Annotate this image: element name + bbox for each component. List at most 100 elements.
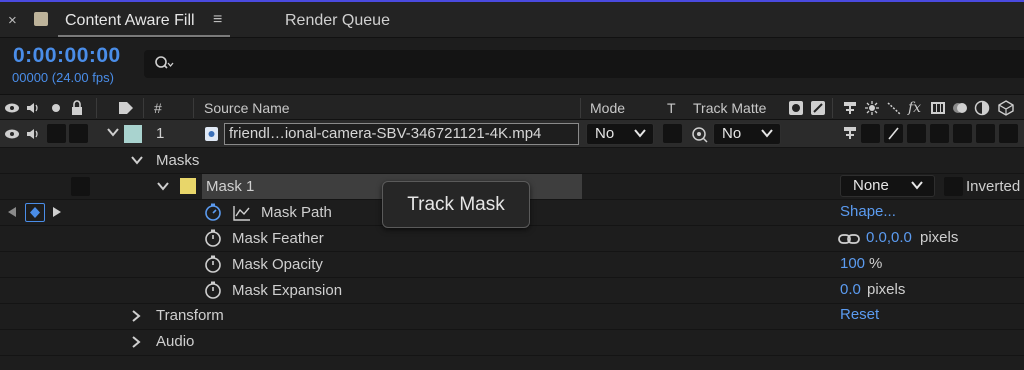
active-tab-indicator	[58, 35, 230, 37]
speaker-icon[interactable]	[25, 126, 41, 142]
effects-icon[interactable]: fx	[908, 100, 921, 116]
mask-feather-unit: pixels	[920, 229, 959, 246]
motion-blur-icon[interactable]	[952, 100, 968, 116]
label-icon[interactable]	[118, 100, 134, 116]
transform-reset[interactable]: Reset	[840, 306, 879, 323]
tab-bar: × Content Aware Fill ≡ Render Queue	[0, 2, 1024, 38]
tab-render-queue[interactable]: Render Queue	[285, 12, 390, 30]
column-number: #	[154, 100, 162, 116]
mask-opacity-row[interactable]: Mask Opacity 100 %	[0, 252, 1024, 278]
mask-opacity-label: Mask Opacity	[232, 256, 323, 273]
mode-dropdown[interactable]: No	[586, 123, 654, 145]
footage-icon	[205, 127, 218, 141]
layer-name-field[interactable]: friendl…ional-camera-SBV-346721121-4K.mp…	[224, 123, 579, 145]
transform-group-row[interactable]: Transform Reset	[0, 304, 1024, 330]
link-icon[interactable]	[838, 232, 860, 246]
mask-expansion-row[interactable]: Mask Expansion 0.0 pixels	[0, 278, 1024, 304]
prev-keyframe-icon[interactable]	[7, 206, 17, 218]
mask-expansion-value[interactable]: 0.0	[840, 281, 861, 298]
mask-feather-row[interactable]: Mask Feather 0.0,0.0 pixels	[0, 226, 1024, 252]
track-matte-dropdown[interactable]: No	[713, 123, 781, 145]
mask-path-label: Mask Path	[261, 204, 332, 221]
add-keyframe-button[interactable]	[25, 203, 45, 222]
column-mode[interactable]: Mode	[590, 100, 625, 116]
column-header: # Source Name Mode T Track Matte fx	[0, 94, 1024, 120]
column-source-name[interactable]: Source Name	[204, 100, 290, 116]
chevron-down-icon	[911, 181, 923, 190]
next-keyframe-icon[interactable]	[52, 206, 62, 218]
collapse-toggle[interactable]	[861, 124, 880, 143]
transform-label: Transform	[156, 307, 224, 324]
quality-icon	[888, 127, 899, 140]
lock-icon[interactable]	[69, 100, 85, 116]
mask1-label: Mask 1	[206, 178, 255, 195]
column-track-matte[interactable]: Track Matte	[693, 100, 766, 116]
eye-icon[interactable]	[4, 100, 20, 116]
frame-count: 00000 (24.00 fps)	[12, 70, 114, 85]
mask-path-value[interactable]: Shape...	[840, 203, 896, 220]
chevron-down-icon	[634, 129, 646, 138]
quality-toggle[interactable]	[884, 124, 903, 143]
chevron-right-icon[interactable]	[131, 309, 141, 326]
stopwatch-icon[interactable]	[204, 203, 222, 221]
mask-label-color[interactable]	[180, 178, 196, 194]
effects-toggle[interactable]	[907, 124, 926, 143]
layer-row[interactable]: 1 friendl…ional-camera-SBV-346721121-4K.…	[0, 120, 1024, 148]
layer-label-color[interactable]	[124, 125, 142, 143]
comp-color-swatch	[34, 12, 48, 26]
chevron-down-icon[interactable]	[130, 154, 144, 169]
audio-group-row[interactable]: Audio	[0, 330, 1024, 356]
stopwatch-icon[interactable]	[204, 229, 222, 247]
tab-content-aware-fill[interactable]: Content Aware Fill	[65, 12, 195, 30]
frame-blend-icon[interactable]	[930, 100, 946, 116]
mask-opacity-unit: %	[869, 255, 883, 272]
mask-mode-dropdown[interactable]: None	[840, 175, 935, 197]
adjustment-toggle[interactable]	[976, 124, 995, 143]
mask-feather-value[interactable]: 0.0,0.0	[866, 229, 912, 246]
mode-value: No	[595, 125, 615, 142]
adjustment-layer-icon[interactable]	[974, 100, 990, 116]
speaker-icon[interactable]	[25, 100, 41, 116]
pickwhip-icon[interactable]	[690, 125, 708, 143]
collapse-icon[interactable]	[864, 100, 880, 116]
eye-icon[interactable]	[4, 126, 20, 142]
chevron-right-icon[interactable]	[131, 335, 141, 352]
chevron-down-icon	[761, 129, 773, 138]
shy-icon[interactable]	[842, 100, 858, 116]
current-time[interactable]: 0:00:00:00	[13, 44, 121, 68]
solo-icon[interactable]	[48, 100, 64, 116]
column-t: T	[667, 100, 676, 116]
layer-index: 1	[156, 125, 165, 142]
layer-name: friendl…ional-camera-SBV-346721121-4K.mp…	[229, 125, 542, 142]
3d-toggle[interactable]	[999, 124, 1018, 143]
close-icon[interactable]: ×	[8, 12, 17, 29]
mask-expansion-label: Mask Expansion	[232, 282, 343, 299]
mask-lock-toggle[interactable]	[71, 177, 90, 196]
preserve-transparency-toggle[interactable]	[663, 124, 682, 143]
matte-luma-icon	[811, 101, 825, 115]
frame-blend-toggle[interactable]	[930, 124, 949, 143]
masks-label: Masks	[156, 152, 200, 169]
3d-layer-icon[interactable]	[998, 100, 1014, 116]
chevron-down-icon[interactable]	[156, 180, 170, 195]
inverted-checkbox[interactable]	[944, 177, 963, 196]
graph-icon[interactable]	[233, 205, 251, 221]
menu-icon[interactable]: ≡	[213, 11, 222, 29]
inverted-label: Inverted	[966, 178, 1021, 195]
keyframe-icon	[30, 207, 40, 218]
solo-toggle[interactable]	[47, 124, 66, 143]
track-matte-value: No	[722, 125, 742, 142]
chevron-down-icon[interactable]	[106, 126, 120, 141]
stopwatch-icon[interactable]	[204, 281, 222, 299]
mask-expansion-unit: pixels	[867, 281, 906, 298]
stopwatch-icon[interactable]	[204, 255, 222, 273]
search-input[interactable]	[144, 50, 1024, 78]
mask-mode-value: None	[853, 177, 889, 194]
motion-blur-toggle[interactable]	[953, 124, 972, 143]
lock-toggle[interactable]	[69, 124, 88, 143]
mask-opacity-value[interactable]: 100	[840, 255, 865, 272]
mask-feather-label: Mask Feather	[232, 230, 324, 247]
masks-group-row[interactable]: Masks	[0, 148, 1024, 174]
shy-icon[interactable]	[842, 125, 858, 141]
quality-icon[interactable]	[886, 100, 902, 116]
